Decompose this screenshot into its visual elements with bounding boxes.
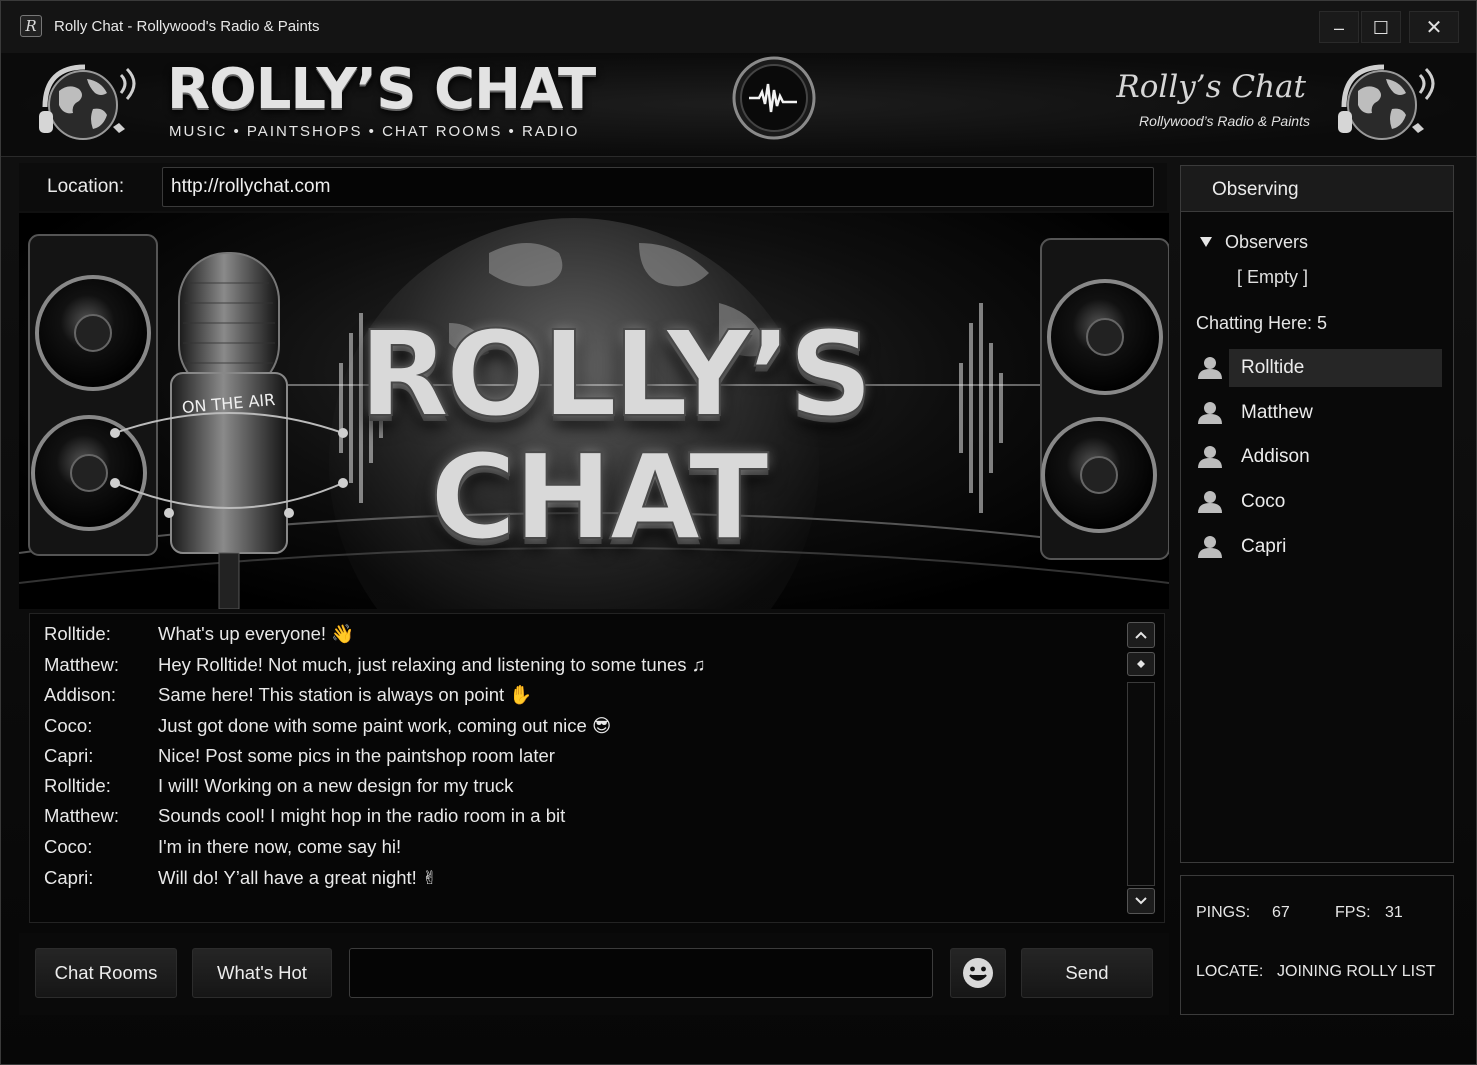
chat-text: Just got done with some paint work, comi…: [158, 715, 612, 736]
brand-title: ROLLY’S CHAT: [167, 57, 596, 122]
observing-title: Observing: [1212, 179, 1299, 200]
user-icon: [1198, 357, 1222, 379]
diamond-icon: [1137, 660, 1145, 668]
banner-title-line1: ROLLY’S: [358, 304, 874, 444]
user-name: Coco: [1241, 491, 1286, 512]
user-icon: [1198, 491, 1222, 513]
scroll-thumb[interactable]: [1127, 652, 1155, 676]
user-name: Addison: [1241, 446, 1310, 467]
brand-tagline: MUSIC • PAINTSHOPS • CHAT ROOMS • RADIO: [169, 123, 580, 140]
user-name: Matthew: [1241, 402, 1313, 423]
chevron-up-icon: [1135, 631, 1147, 639]
globe-headphones-icon: [39, 64, 136, 140]
location-label: Location:: [47, 176, 125, 197]
user-list-item[interactable]: Capri: [1195, 528, 1443, 566]
user-icon: [1198, 446, 1222, 468]
minimize-button[interactable]: –: [1319, 11, 1359, 43]
observers-label: Observers: [1225, 232, 1309, 252]
scroll-down-button[interactable]: [1127, 888, 1155, 914]
stats-panel: PINGS: 67 FPS: 31 LOCATE: JOINING ROLLY …: [1180, 875, 1454, 1015]
chat-username: Matthew:: [44, 805, 120, 826]
user-list-item[interactable]: Coco: [1195, 483, 1443, 521]
chat-text: Nice! Post some pics in the paintshop ro…: [158, 745, 555, 766]
chat-text: Sounds cool! I might hop in the radio ro…: [158, 805, 566, 826]
user-list-item[interactable]: Addison: [1195, 438, 1443, 476]
location-bar: Location: http://rollychat.com: [19, 163, 1167, 211]
chat-text: What's up everyone! 👋: [158, 623, 355, 644]
message-bar: Chat Rooms What's Hot Send: [19, 933, 1169, 1015]
location-input[interactable]: http://rollychat.com: [162, 167, 1154, 207]
globe-headphones-icon: [1338, 64, 1435, 140]
banner-title-line2: CHAT: [429, 427, 770, 567]
user-list-item[interactable]: Rolltide: [1195, 349, 1443, 387]
locate-value: JOINING ROLLY LIST: [1277, 963, 1436, 980]
emoji-button[interactable]: [950, 948, 1006, 998]
app-header: ROLLY’S CHAT MUSIC • PAINTSHOPS • CHAT R…: [1, 53, 1476, 157]
message-input[interactable]: [349, 948, 933, 998]
header-right-title: Rolly’s Chat: [1116, 69, 1306, 105]
chat-username: Capri:: [44, 745, 94, 766]
chat-username: Coco:: [44, 836, 93, 857]
fps-value: 31: [1385, 904, 1403, 921]
app-icon: R: [20, 15, 42, 37]
locate-label: LOCATE:: [1196, 963, 1264, 980]
banner-image: ON THE AIR ROLLY’S CHAT: [19, 213, 1169, 609]
user-name: Capri: [1241, 536, 1287, 557]
pings-value: 67: [1272, 904, 1290, 921]
user-list-item[interactable]: Matthew: [1195, 394, 1443, 432]
chat-log[interactable]: Rolltide: What's up everyone! 👋 Matthew:…: [29, 613, 1165, 923]
chat-username: Rolltide:: [44, 623, 111, 644]
header-right-subtitle: Rollywood’s Radio & Paints: [1139, 113, 1310, 129]
chat-username: Capri:: [44, 867, 94, 888]
observers-toggle[interactable]: Observers: [1199, 232, 1308, 253]
chat-text: I will! Working on a new design for my t…: [158, 775, 514, 796]
pings-label: PINGS:: [1196, 904, 1251, 921]
user-icon: [1198, 536, 1222, 558]
fps-label: FPS:: [1335, 904, 1371, 921]
chat-scrollbar[interactable]: [1127, 620, 1157, 916]
close-button[interactable]: ✕: [1409, 11, 1459, 43]
send-button[interactable]: Send: [1021, 948, 1153, 998]
chat-text: Same here! This station is always on poi…: [158, 684, 533, 705]
scroll-up-button[interactable]: [1127, 622, 1155, 648]
smiley-icon: [963, 958, 993, 988]
chat-rooms-button[interactable]: Chat Rooms: [35, 948, 177, 998]
observers-empty: [ Empty ]: [1237, 267, 1309, 287]
chevron-down-icon: [1135, 897, 1147, 905]
user-icon: [1198, 402, 1222, 424]
window-title: Rolly Chat - Rollywood's Radio & Paints: [54, 18, 320, 35]
chat-text: Will do! Y’all have a great night! ✌: [158, 867, 438, 888]
chat-username: Matthew:: [44, 654, 120, 675]
chat-text: Hey Rolltide! Not much, just relaxing an…: [158, 654, 706, 675]
app-window: R Rolly Chat - Rollywood's Radio & Paint…: [0, 0, 1477, 1065]
chat-username: Addison:: [44, 684, 116, 705]
chat-text: I'm in there now, come say hi!: [158, 836, 402, 857]
chatting-here-count: Chatting Here: 5: [1196, 313, 1328, 333]
title-bar: R Rolly Chat - Rollywood's Radio & Paint…: [1, 1, 1476, 53]
scroll-track[interactable]: [1127, 682, 1155, 886]
chat-username: Coco:: [44, 715, 93, 736]
triangle-down-icon: [1200, 237, 1212, 247]
chat-username: Rolltide:: [44, 775, 111, 796]
maximize-button[interactable]: ☐: [1361, 11, 1401, 43]
observing-header: Observing: [1181, 166, 1453, 212]
observing-panel: Observing Observers [ Empty ] Chatting H…: [1180, 165, 1454, 863]
waveform-badge-icon: [732, 56, 816, 140]
user-name: Rolltide: [1241, 357, 1305, 378]
whats-hot-button[interactable]: What's Hot: [192, 948, 332, 998]
